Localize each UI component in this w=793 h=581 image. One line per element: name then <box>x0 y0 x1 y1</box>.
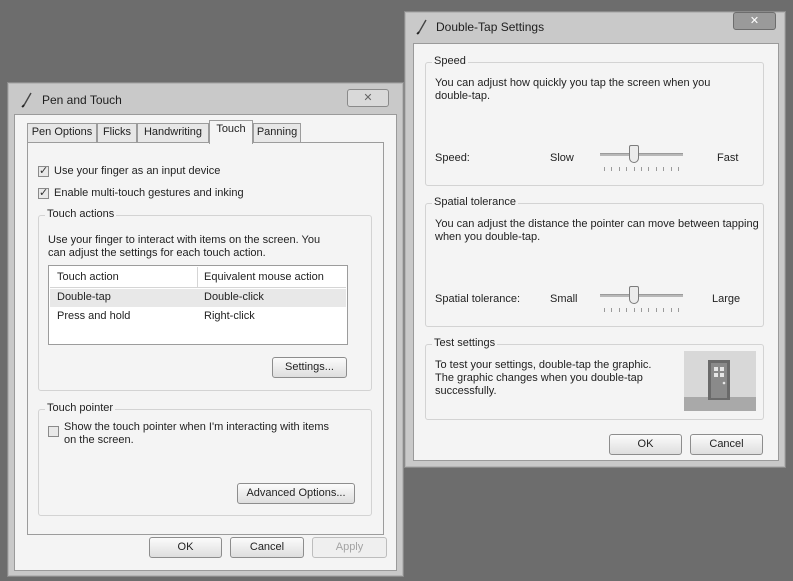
touch-actions-description: Use your finger to interact with items o… <box>48 234 321 259</box>
column-header-touch-action[interactable]: Touch action <box>57 271 119 283</box>
spatial-tolerance-label: Spatial tolerance: <box>435 293 520 305</box>
cancel-button[interactable]: Cancel <box>230 537 304 558</box>
tab-panning[interactable]: Panning <box>253 123 301 142</box>
test-door-graphic[interactable] <box>684 351 756 411</box>
spatial-tolerance-slider-thumb[interactable] <box>629 286 639 304</box>
spatial-tolerance-group-label: Spatial tolerance <box>432 196 518 208</box>
spatial-tolerance-slider[interactable] <box>600 286 683 314</box>
double-tap-title: Double-Tap Settings <box>436 20 545 34</box>
speed-description: You can adjust how quickly you tap the s… <box>435 77 711 102</box>
list-item[interactable]: Press and hold Right-click <box>50 308 346 326</box>
pen-touch-title: Pen and Touch <box>42 93 122 107</box>
double-tap-cancel-button[interactable]: Cancel <box>690 434 763 455</box>
speed-max-label: Fast <box>717 152 739 164</box>
touch-pointer-group-label: Touch pointer <box>45 402 116 414</box>
finger-input-checkbox[interactable]: ✓ <box>38 165 49 177</box>
speed-group-label: Speed <box>432 55 468 67</box>
pen-icon <box>21 92 32 108</box>
finger-input-label: Use your finger as an input device <box>54 165 221 177</box>
list-header: Touch action Equivalent mouse action <box>50 267 346 288</box>
mouse-action-cell: Double-click <box>204 291 264 303</box>
speed-label: Speed: <box>435 152 470 164</box>
touch-action-cell: Double-tap <box>57 291 111 303</box>
pen-icon <box>416 19 427 35</box>
list-item[interactable]: Double-tap Double-click <box>50 289 346 307</box>
tab-pen-options[interactable]: Pen Options <box>27 123 97 142</box>
tab-handwriting[interactable]: Handwriting <box>137 123 209 142</box>
speed-slider-thumb[interactable] <box>629 145 639 163</box>
mouse-action-cell: Right-click <box>204 310 255 322</box>
spatial-tolerance-min-label: Small <box>550 293 578 305</box>
test-settings-description: To test your settings, double-tap the gr… <box>435 359 652 397</box>
apply-button[interactable]: Apply <box>312 537 387 558</box>
double-tap-ok-button[interactable]: OK <box>609 434 682 455</box>
ok-button[interactable]: OK <box>149 537 222 558</box>
checkmark-icon: ✓ <box>39 187 49 199</box>
touch-actions-group-label: Touch actions <box>45 208 117 220</box>
tab-touch[interactable]: Touch <box>209 120 253 144</box>
spatial-tolerance-description: You can adjust the distance the pointer … <box>435 218 759 243</box>
close-icon: ✕ <box>363 92 373 104</box>
advanced-options-button[interactable]: Advanced Options... <box>237 483 355 504</box>
speed-slider[interactable] <box>600 145 683 173</box>
double-tap-close-button[interactable]: ✕ <box>733 12 776 30</box>
tab-flicks[interactable]: Flicks <box>97 123 137 142</box>
spatial-tolerance-max-label: Large <box>712 293 741 305</box>
multitouch-checkbox[interactable]: ✓ <box>38 187 49 199</box>
pen-touch-close-button[interactable]: ✕ <box>347 89 389 107</box>
settings-button[interactable]: Settings... <box>272 357 347 378</box>
close-icon: ✕ <box>749 15 760 27</box>
touch-actions-list[interactable]: Touch action Equivalent mouse action Dou… <box>48 265 348 345</box>
touch-pointer-label: Show the touch pointer when I'm interact… <box>64 421 330 446</box>
column-header-mouse-action[interactable]: Equivalent mouse action <box>204 271 324 283</box>
touch-action-cell: Press and hold <box>57 310 131 322</box>
speed-min-label: Slow <box>550 152 574 164</box>
multitouch-label: Enable multi-touch gestures and inking <box>54 187 244 199</box>
checkmark-icon: ✓ <box>39 165 49 177</box>
touch-pointer-checkbox[interactable] <box>48 426 59 437</box>
test-settings-group-label: Test settings <box>432 337 498 349</box>
